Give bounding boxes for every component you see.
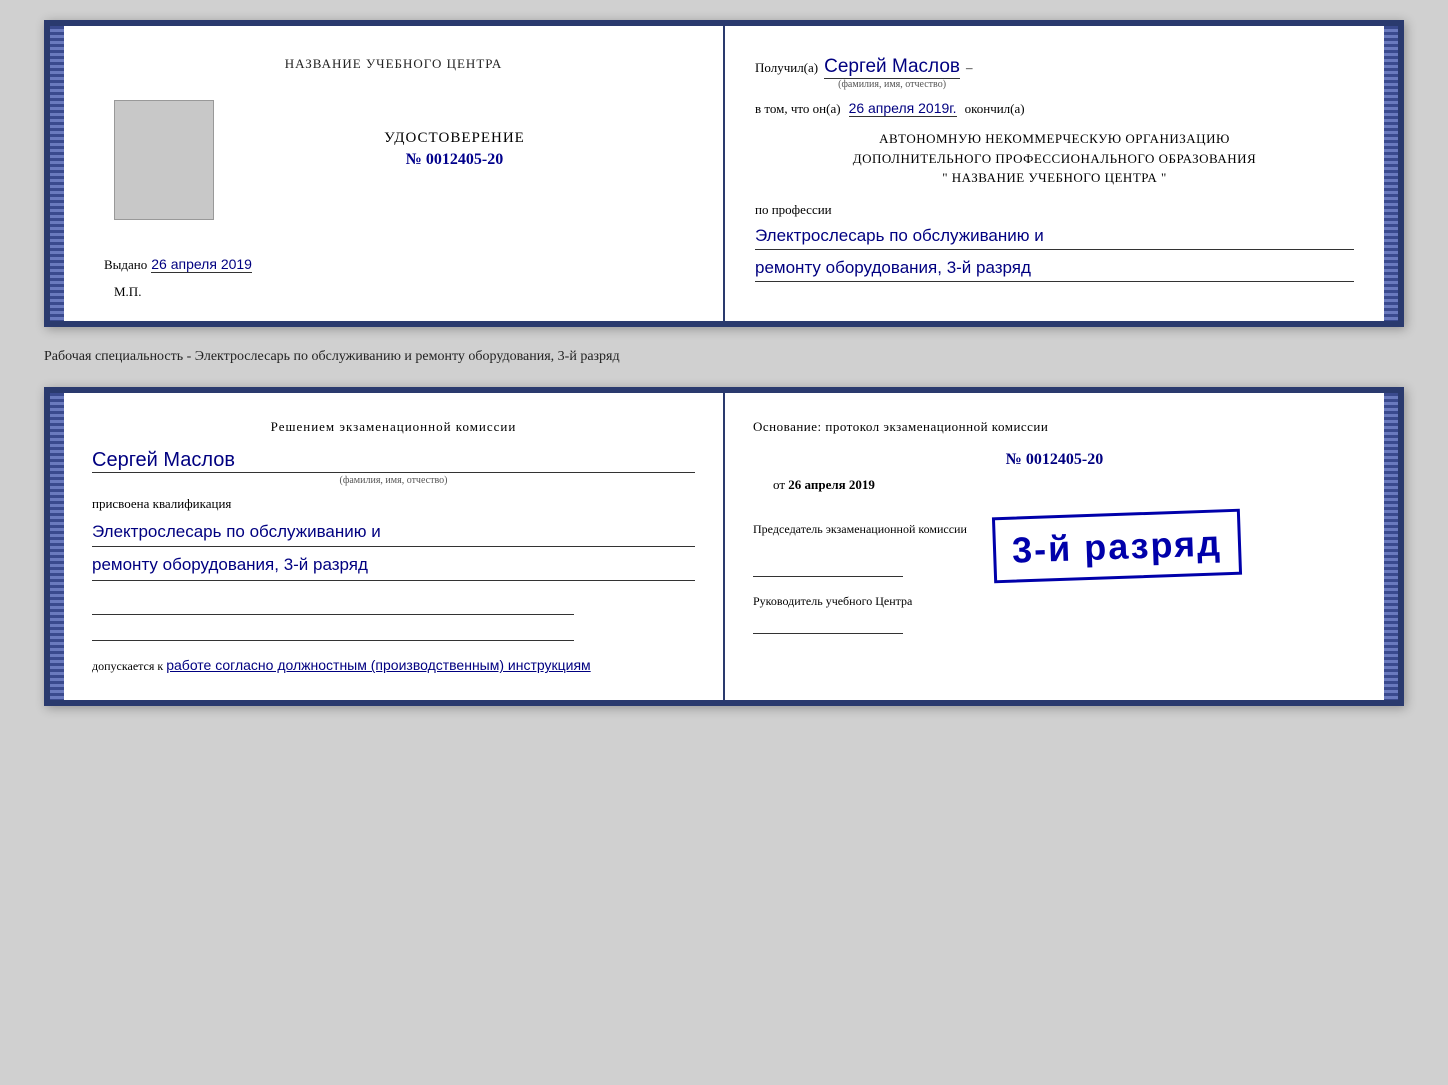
qual-hw2: ремонту оборудования, 3-й разряд xyxy=(92,551,695,581)
right-decorative-strip xyxy=(1384,26,1398,321)
date-prefix: от xyxy=(773,477,785,492)
bottom-right-strip xyxy=(1384,393,1398,700)
osnov-label: Основание: протокол экзаменационной коми… xyxy=(753,417,1356,437)
chairman-label-text: Председатель экзаменационной комиссии xyxy=(753,522,967,536)
fio-label-top: (фамилия, имя, отчество) xyxy=(824,79,960,90)
org-name-left: НАЗВАНИЕ УЧЕБНОГО ЦЕНТРА xyxy=(285,56,502,72)
dopusk-block: допускается к работе согласно должностны… xyxy=(92,655,695,676)
fio-label-bottom: (фамилия, имя, отчество) xyxy=(92,475,695,486)
profession-hw2: ремонту оборудования, 3-й разряд xyxy=(755,254,1354,282)
profession-block: по профессии Электрослесарь по обслужива… xyxy=(755,202,1354,282)
chairman-sig xyxy=(753,557,903,577)
org-line2: ДОПОЛНИТЕЛЬНОГО ПРОФЕССИОНАЛЬНОГО ОБРАЗО… xyxy=(755,149,1354,169)
top-cert-left: НАЗВАНИЕ УЧЕБНОГО ЦЕНТРА УДОСТОВЕРЕНИЕ №… xyxy=(64,26,725,321)
assigned-label: присвоена квалификация xyxy=(92,496,695,512)
that-date: 26 апреля 2019г. xyxy=(849,100,957,117)
bottom-cert-left: Решением экзаменационной комиссии Сергей… xyxy=(64,393,725,700)
between-label-text: Рабочая специальность - Электрослесарь п… xyxy=(44,349,620,364)
dopusk-prefix: допускается к xyxy=(92,659,163,673)
dopusk-hw: работе согласно должностным (производств… xyxy=(166,657,590,673)
photo-placeholder xyxy=(114,100,214,220)
chairman-label: Председатель экзаменационной комиссии xyxy=(753,521,967,538)
org-line1: АВТОНОМНУЮ НЕКОММЕРЧЕСКУЮ ОРГАНИЗАЦИЮ xyxy=(755,129,1354,149)
bottom-cert-right: Основание: протокол экзаменационной коми… xyxy=(725,393,1384,700)
bottom-certificate: Решением экзаменационной комиссии Сергей… xyxy=(44,387,1404,706)
issued-date: 26 апреля 2019 xyxy=(151,256,252,273)
stamp-big-text: 3-й разряд xyxy=(1011,522,1222,571)
date-line: от 26 апреля 2019 xyxy=(753,477,1356,493)
profession-hw1: Электрослесарь по обслуживанию и xyxy=(755,222,1354,250)
between-label: Рабочая специальность - Электрослесарь п… xyxy=(44,345,1404,369)
recipient-name: Сергей Маслов xyxy=(824,56,960,79)
bottom-left-strip xyxy=(50,393,64,700)
org-block: АВТОНОМНУЮ НЕКОММЕРЧЕСКУЮ ОРГАНИЗАЦИЮ ДО… xyxy=(755,129,1354,188)
udost-num: № 0012405-20 xyxy=(406,151,503,168)
that-suffix: окончил(а) xyxy=(965,101,1025,117)
issued-row: Выдано 26 апреля 2019 xyxy=(104,256,683,273)
rukov-sig xyxy=(753,614,903,634)
profession-prefix: по профессии xyxy=(755,202,832,217)
protocol-num: № 0012405-20 xyxy=(753,451,1356,469)
top-cert-right: Получил(а) Сергей Маслов (фамилия, имя, … xyxy=(725,26,1384,321)
mp-label: М.П. xyxy=(114,284,141,299)
org-quote: " НАЗВАНИЕ УЧЕБНОГО ЦЕНТРА " xyxy=(755,168,1354,188)
commission-title: Решением экзаменационной комиссии xyxy=(92,417,695,437)
signature-lines xyxy=(92,595,695,641)
person-name: Сергей Маслов xyxy=(92,449,695,473)
issued-prefix: Выдано xyxy=(104,257,147,273)
rukov-label: Руководитель учебного Центра xyxy=(753,593,967,610)
udost-label: УДОСТОВЕРЕНИЕ xyxy=(226,130,683,147)
stamp: 3-й разряд xyxy=(992,508,1242,583)
received-prefix: Получил(а) xyxy=(755,60,818,76)
udost-block: УДОСТОВЕРЕНИЕ № 0012405-20 xyxy=(226,130,683,169)
that-prefix: в том, что он(а) xyxy=(755,101,841,117)
sig-line-1 xyxy=(92,595,574,615)
left-decorative-strip xyxy=(50,26,64,321)
top-certificate: НАЗВАНИЕ УЧЕБНОГО ЦЕНТРА УДОСТОВЕРЕНИЕ №… xyxy=(44,20,1404,327)
date-val: 26 апреля 2019 xyxy=(788,477,875,492)
rukov-label-text: Руководитель учебного Центра xyxy=(753,594,912,608)
qual-hw1: Электрослесарь по обслуживанию и xyxy=(92,518,695,548)
sig-line-2 xyxy=(92,621,574,641)
